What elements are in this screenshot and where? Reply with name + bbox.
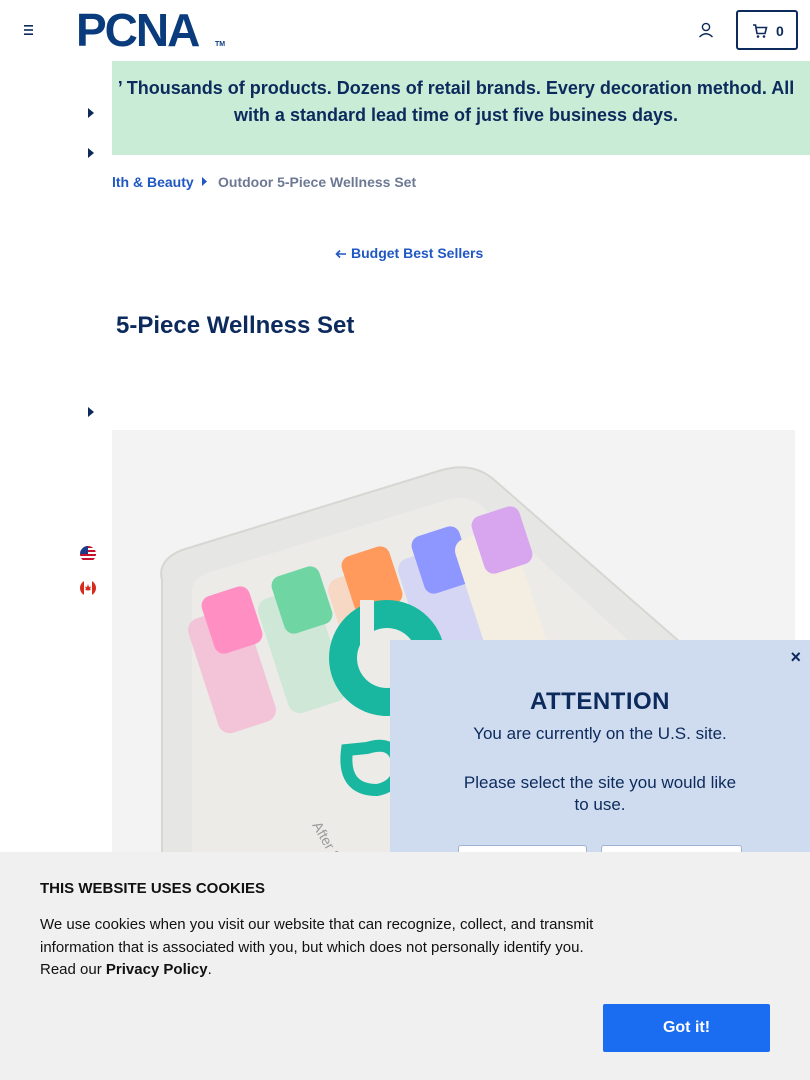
close-icon[interactable]: × [790, 648, 801, 666]
canada-flag-icon[interactable] [80, 580, 96, 596]
product-title: 5-Piece Wellness Set [116, 312, 355, 339]
cookie-body: We use cookies when you visit our websit… [40, 914, 610, 982]
chevron-right-icon[interactable] [88, 108, 94, 118]
cart-icon [753, 24, 768, 38]
chevron-right-icon [202, 177, 207, 186]
cookie-title: THIS WEBSITE USES COOKIES [40, 880, 266, 897]
logo-trademark: TM [215, 41, 226, 48]
pcna-logo[interactable]: PCNA TM [76, 6, 226, 54]
cart-button[interactable]: 0 [736, 10, 798, 50]
breadcrumb-parent[interactable]: lth & Beauty [112, 174, 194, 190]
logo-text: PCNA [76, 4, 200, 56]
back-link-label: Budget Best Sellers [351, 245, 484, 261]
modal-current-site-text: You are currently on the U.S. site. [473, 724, 727, 743]
chevron-right-icon[interactable] [88, 407, 94, 417]
modal-instruction-text: Please select the site you would like to… [463, 773, 737, 814]
hamburger-icon[interactable] [18, 20, 38, 40]
breadcrumb-current: Outdoor 5-Piece Wellness Set [218, 174, 417, 190]
site-header: PCNA TM 0 [0, 0, 810, 61]
modal-title: ATTENTION [529, 688, 671, 715]
cookie-banner: THIS WEBSITE USES COOKIES We use cookies… [0, 852, 810, 1080]
back-link[interactable]: Budget Best Sellers [335, 245, 483, 261]
arrow-left-icon [335, 249, 346, 259]
promo-banner: ’ Thousands of products. Dozens of retai… [112, 61, 810, 155]
cart-count: 0 [776, 23, 784, 39]
us-flag-icon[interactable] [80, 546, 96, 562]
promo-banner-text: ’ Thousands of products. Dozens of retai… [117, 78, 795, 125]
privacy-policy-link[interactable]: Privacy Policy [106, 961, 208, 978]
site-selector-modal: × ATTENTION You are currently on the U.S… [390, 640, 810, 885]
cookie-body-period: . [207, 961, 212, 978]
user-icon[interactable] [697, 21, 715, 39]
got-it-button[interactable]: Got it! [603, 1004, 770, 1052]
chevron-right-icon[interactable] [88, 148, 94, 158]
